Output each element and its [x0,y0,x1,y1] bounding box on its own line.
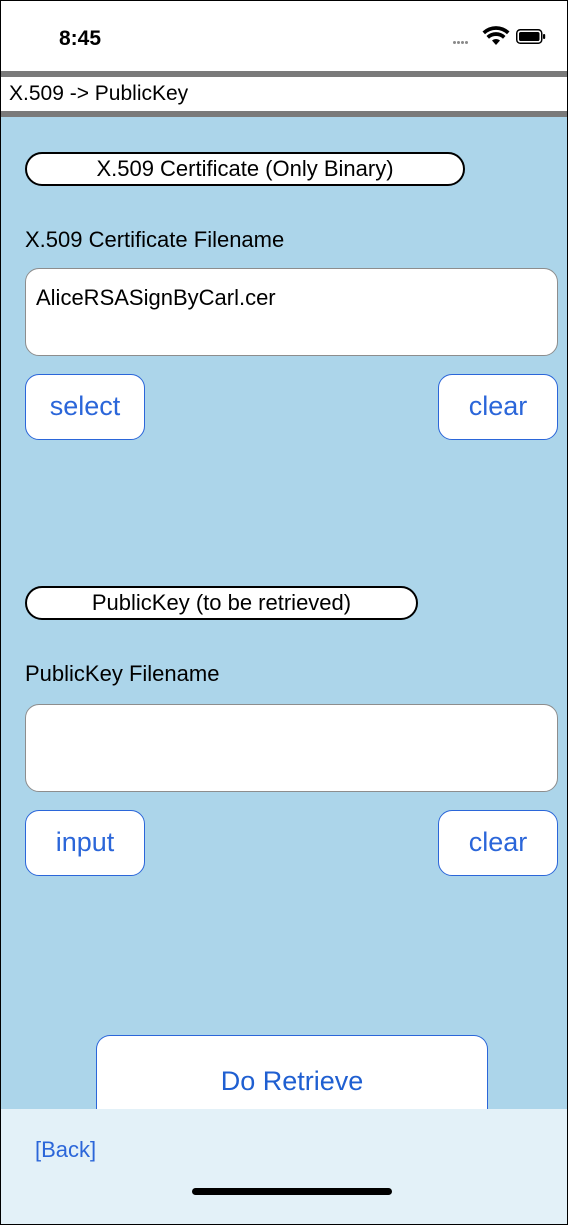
back-link[interactable]: [Back] [35,1137,96,1163]
page-title: X.509 -> PublicKey [9,82,189,105]
main-content: X.509 Certificate (Only Binary) X.509 Ce… [1,117,567,1109]
publickey-section-heading: PublicKey (to be retrieved) [25,586,418,620]
publickey-filename-label: PublicKey Filename [25,661,220,686]
phone-screen: 8:45 X.509 -> PublicKey X.509 Certificat… [0,0,568,1225]
battery-icon [516,29,546,44]
title-bar: X.509 -> PublicKey [1,71,567,117]
do-retrieve-button[interactable]: Do Retrieve [96,1035,488,1109]
certificate-section-heading: X.509 Certificate (Only Binary) [25,152,465,186]
home-indicator[interactable] [192,1188,392,1195]
publickey-filename-field[interactable] [25,704,558,792]
select-button[interactable]: select [25,374,145,440]
certificate-clear-button[interactable]: clear [438,374,558,440]
wifi-icon [482,26,510,45]
bottom-bar: [Back] [1,1109,567,1224]
signal-dots-icon [453,41,469,45]
input-button[interactable]: input [25,810,145,876]
status-time: 8:45 [59,27,102,50]
certificate-filename-label: X.509 Certificate Filename [25,227,285,252]
status-bar: 8:45 [1,1,567,71]
publickey-clear-button[interactable]: clear [438,810,558,876]
certificate-filename-field[interactable]: AliceRSASignByCarl.cer [25,268,558,356]
